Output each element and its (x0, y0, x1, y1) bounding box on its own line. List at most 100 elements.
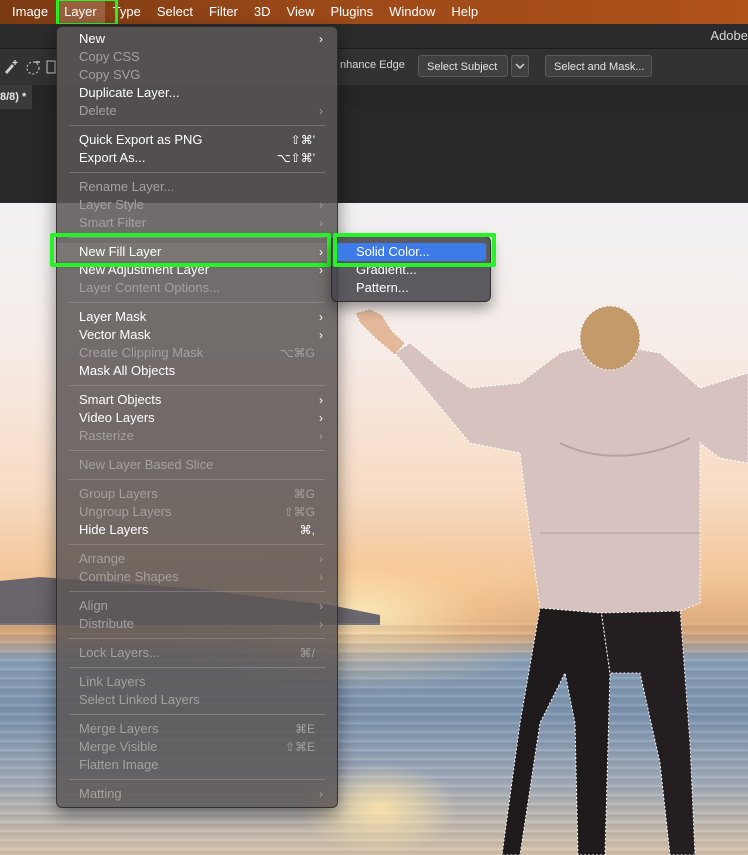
menu-item-link-layers[interactable]: Link Layers (57, 673, 337, 691)
menu-item-label: Copy SVG (79, 67, 141, 82)
menu-item-label: Quick Export as PNG (79, 132, 203, 147)
menu-item-label: Rasterize (79, 428, 134, 443)
brush-plus-icon[interactable] (2, 58, 20, 76)
menu-item-copy-css[interactable]: Copy CSS (57, 48, 337, 66)
menu-window[interactable]: Window (381, 0, 443, 24)
menu-item-label: New Adjustment Layer (79, 262, 210, 277)
menu-item-label: Matting (79, 786, 122, 801)
menu-item-shortcut: ⌘, (299, 523, 315, 537)
menu-item-combine-shapes[interactable]: Combine Shapes › (57, 568, 337, 586)
menu-item-label: Lock Layers... (79, 645, 160, 660)
menu-item-distribute[interactable]: Distribute › (57, 615, 337, 633)
select-and-mask-button[interactable]: Select and Mask... (545, 55, 652, 77)
menu-item-matting[interactable]: Matting › (57, 785, 337, 803)
menu-item-new-adjustment-layer[interactable]: New Adjustment Layer › (57, 261, 337, 279)
menu-item-new-layer-based-slice[interactable]: New Layer Based Slice (57, 456, 337, 474)
menu-item-vector-mask[interactable]: Vector Mask › (57, 326, 337, 344)
menu-separator (69, 385, 325, 386)
menu-item-copy-svg[interactable]: Copy SVG (57, 66, 337, 84)
submenu-arrow-icon: › (319, 245, 323, 259)
menu-separator (69, 125, 325, 126)
menu-select[interactable]: Select (149, 0, 201, 24)
menu-item-rename-layer[interactable]: Rename Layer... (57, 178, 337, 196)
menu-item-label: Layer Mask (79, 309, 147, 324)
enhance-edge-label[interactable]: nhance Edge (340, 59, 405, 71)
menu-separator (69, 237, 325, 238)
menu-separator (69, 544, 325, 545)
menu-item-label: Merge Layers (79, 721, 159, 736)
menu-item-label: Link Layers (79, 674, 146, 689)
menu-item-shortcut: ⇧⌘' (290, 133, 315, 147)
menu-item-lock-layers[interactable]: Lock Layers... ⌘/ (57, 644, 337, 662)
menu-item-layer-content-options[interactable]: Layer Content Options... (57, 279, 337, 297)
submenu-item-solid-color[interactable]: Solid Color... (336, 243, 486, 261)
menu-item-group-layers[interactable]: Group Layers ⌘G (57, 485, 337, 503)
submenu-arrow-icon: › (319, 328, 323, 342)
menu-item-hide-layers[interactable]: Hide Layers ⌘, (57, 521, 337, 539)
menu-item-arrange[interactable]: Arrange › (57, 550, 337, 568)
menu-item-create-clipping-mask[interactable]: Create Clipping Mask ⌥⌘G (57, 344, 337, 362)
menu-item-label: New Fill Layer (79, 244, 162, 259)
submenu-arrow-icon: › (319, 617, 323, 631)
menu-item-label: Mask All Objects (79, 363, 176, 378)
select-subject-button[interactable]: Select Subject (418, 55, 508, 77)
menu-item-layer-style[interactable]: Layer Style › (57, 196, 337, 214)
menu-item-shortcut: ⇧⌘E (284, 740, 315, 754)
submenu-item-pattern[interactable]: Pattern... (336, 279, 486, 297)
submenu-arrow-icon: › (319, 104, 323, 118)
menu-layer[interactable]: Layer (56, 0, 105, 24)
submenu-item-gradient[interactable]: Gradient... (336, 261, 486, 279)
menu-3d[interactable]: 3D (246, 0, 279, 24)
menu-image[interactable]: Image (0, 0, 56, 24)
menu-item-select-linked-layers[interactable]: Select Linked Layers (57, 691, 337, 709)
menu-item-merge-layers[interactable]: Merge Layers ⌘E (57, 720, 337, 738)
menu-item-delete[interactable]: Delete › (57, 102, 337, 120)
menu-view[interactable]: View (279, 0, 323, 24)
submenu-arrow-icon: › (319, 599, 323, 613)
menu-item-label: Arrange (79, 551, 126, 566)
menu-item-label: Layer Style (79, 197, 145, 212)
menu-item-quick-export-as-png[interactable]: Quick Export as PNG ⇧⌘' (57, 131, 337, 149)
menu-item-video-layers[interactable]: Video Layers › (57, 409, 337, 427)
menu-item-label: Smart Filter (79, 215, 147, 230)
menu-item-layer-mask[interactable]: Layer Mask › (57, 308, 337, 326)
document-tab[interactable]: 8/8) * (0, 85, 33, 109)
menu-item-duplicate-layer[interactable]: Duplicate Layer... (57, 84, 337, 102)
submenu-arrow-icon: › (319, 429, 323, 443)
menu-item-mask-all-objects[interactable]: Mask All Objects (57, 362, 337, 380)
menu-item-export-as[interactable]: Export As... ⌥⇧⌘' (57, 149, 337, 167)
select-subject-dropdown[interactable] (511, 55, 529, 77)
submenu-arrow-icon: › (319, 263, 323, 277)
submenu-arrow-icon: › (319, 552, 323, 566)
menu-item-label: Distribute (79, 616, 134, 631)
menu-plugins[interactable]: Plugins (322, 0, 381, 24)
menu-filter[interactable]: Filter (201, 0, 246, 24)
menu-item-ungroup-layers[interactable]: Ungroup Layers ⇧⌘G (57, 503, 337, 521)
menu-item-label: Combine Shapes (79, 569, 179, 584)
brush-minus-icon[interactable] (24, 58, 42, 76)
submenu-arrow-icon: › (319, 787, 323, 801)
menu-item-merge-visible[interactable]: Merge Visible ⇧⌘E (57, 738, 337, 756)
menu-type[interactable]: Type (105, 0, 149, 24)
menu-help[interactable]: Help (443, 0, 486, 24)
submenu-arrow-icon: › (319, 310, 323, 324)
menu-item-label: Export As... (79, 150, 146, 165)
submenu-item-label: Pattern... (356, 280, 409, 295)
menu-item-label: Delete (79, 103, 117, 118)
menu-separator (69, 638, 325, 639)
menu-item-label: Merge Visible (79, 739, 158, 754)
menu-item-flatten-image[interactable]: Flatten Image (57, 756, 337, 774)
app-title: Adobe (710, 28, 748, 43)
menu-item-new-fill-layer[interactable]: New Fill Layer › (57, 243, 337, 261)
menu-item-rasterize[interactable]: Rasterize › (57, 427, 337, 445)
menu-separator (69, 302, 325, 303)
dropdown-chevron-icon (515, 63, 525, 69)
menu-item-shortcut: ⌘G (293, 487, 315, 501)
menu-item-label: New (79, 31, 106, 46)
menu-item-align[interactable]: Align › (57, 597, 337, 615)
menu-item-smart-filter[interactable]: Smart Filter › (57, 214, 337, 232)
menu-separator (69, 779, 325, 780)
menu-item-smart-objects[interactable]: Smart Objects › (57, 391, 337, 409)
menu-item-new[interactable]: New › (57, 30, 337, 48)
menu-item-label: Smart Objects (79, 392, 162, 407)
